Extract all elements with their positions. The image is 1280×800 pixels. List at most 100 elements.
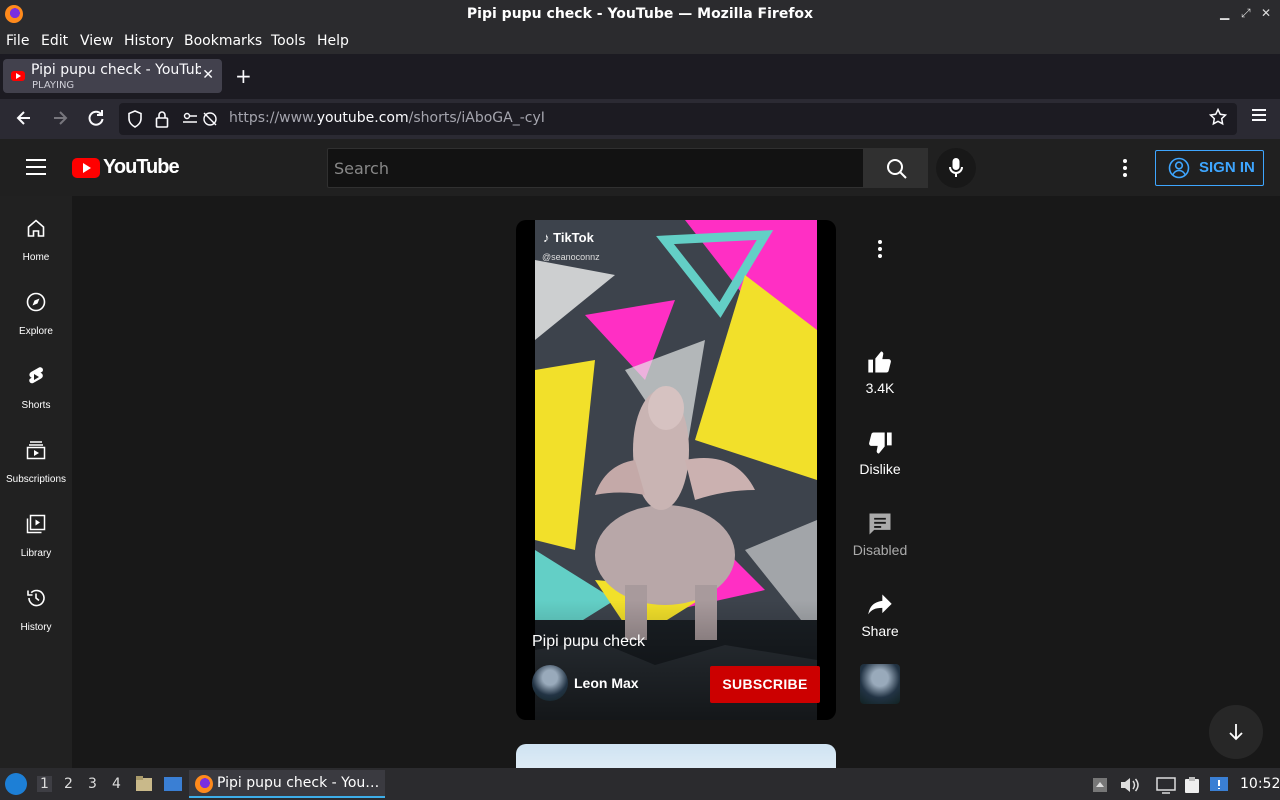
url-text[interactable]: https://www.youtube.com/shorts/iAboGA_-c… — [229, 110, 545, 126]
sign-in-button[interactable]: SIGN IN — [1155, 150, 1264, 186]
workspace-2[interactable]: 2 — [64, 776, 73, 792]
comments-button[interactable]: Disabled — [848, 510, 912, 558]
share-button[interactable]: Share — [848, 591, 912, 639]
desktop-taskbar: 1 2 3 4 Pipi pupu check - You… 10:52 — [0, 768, 1280, 800]
menu-tools[interactable]: Tools — [271, 33, 306, 49]
tiktok-watermark: ♪ TikTok — [543, 230, 594, 245]
notifications-icon[interactable] — [1092, 776, 1108, 794]
tab-title: Pipi pupu check - YouTube — [31, 62, 201, 78]
menu-help[interactable]: Help — [317, 33, 349, 49]
voice-search-button[interactable] — [936, 148, 976, 188]
app-menu-icon[interactable] — [1252, 109, 1266, 124]
new-tab-icon[interactable]: + — [235, 66, 252, 86]
microphone-icon — [949, 158, 963, 177]
navigation-bar: https://www.youtube.com/shorts/iAboGA_-c… — [0, 99, 1280, 139]
menu-history[interactable]: History — [124, 33, 174, 49]
compass-icon — [26, 292, 46, 312]
subscriptions-icon — [26, 441, 46, 460]
tab-close-icon[interactable]: ✕ — [202, 67, 214, 83]
like-button[interactable]: 3.4K — [848, 348, 912, 396]
guide-menu-icon[interactable] — [26, 159, 46, 180]
youtube-sidebar: Home Explore Shorts Subscriptions Librar… — [0, 196, 72, 768]
sidebar-item-history[interactable]: History — [0, 577, 72, 647]
account-icon — [1168, 157, 1190, 179]
search-button[interactable] — [864, 148, 928, 188]
clipboard-icon[interactable] — [1183, 776, 1201, 794]
menu-bookmarks[interactable]: Bookmarks — [184, 33, 262, 49]
search-input[interactable]: Search — [327, 148, 864, 188]
library-icon — [26, 514, 46, 534]
comment-icon — [869, 513, 891, 535]
network-icon[interactable] — [1156, 776, 1176, 794]
channel-name[interactable]: Leon Max — [574, 675, 639, 691]
taskbar-firefox-task[interactable]: Pipi pupu check - You… — [189, 770, 385, 798]
dislike-button[interactable]: Dislike — [848, 429, 912, 477]
sidebar-item-home[interactable]: Home — [0, 207, 72, 277]
window-title: Pipi pupu check - YouTube — Mozilla Fire… — [466, 6, 814, 22]
desktop-show-icon[interactable] — [163, 775, 183, 793]
comments-label: Disabled — [852, 542, 908, 558]
permissions-icon[interactable] — [182, 110, 220, 128]
updates-icon[interactable] — [1209, 776, 1229, 794]
sidebar-item-label: Subscriptions — [5, 474, 67, 485]
like-count: 3.4K — [865, 380, 895, 396]
sidebar-item-label: Explore — [19, 326, 53, 337]
app-launcher-icon[interactable] — [5, 773, 27, 795]
bookmark-star-icon[interactable] — [1209, 108, 1227, 126]
sidebar-item-shorts[interactable]: Shorts — [0, 355, 72, 425]
window-titlebar: Pipi pupu check - YouTube — Mozilla Fire… — [0, 0, 1280, 30]
forward-icon[interactable] — [50, 108, 70, 128]
menu-file[interactable]: File — [6, 33, 29, 49]
maximize-icon[interactable]: ⤢ — [1241, 6, 1251, 21]
youtube-logo-icon[interactable] — [72, 158, 100, 178]
sidebar-item-subscriptions[interactable]: Subscriptions — [0, 429, 72, 499]
home-icon — [27, 219, 45, 237]
tab-strip: Pipi pupu check - YouTube PLAYING ✕ + — [0, 54, 1280, 99]
lock-icon[interactable] — [155, 110, 169, 128]
workspace-4[interactable]: 4 — [112, 776, 121, 792]
youtube-wordmark[interactable]: YouTube — [103, 156, 180, 179]
search-placeholder: Search — [334, 159, 389, 178]
back-icon[interactable] — [14, 108, 34, 128]
firefox-icon — [195, 775, 213, 793]
menu-edit[interactable]: Edit — [41, 33, 68, 49]
next-short-preview[interactable] — [516, 744, 836, 768]
channel-avatar[interactable] — [532, 665, 568, 701]
reload-icon[interactable] — [86, 108, 106, 128]
tracking-shield-icon[interactable] — [127, 110, 143, 128]
thumbs-up-icon — [868, 351, 891, 373]
menu-bar: File Edit View History Bookmarks Tools H… — [0, 30, 1280, 54]
workspace-3[interactable]: 3 — [88, 776, 97, 792]
arrow-down-icon — [1229, 724, 1243, 741]
sound-thumbnail[interactable] — [860, 664, 900, 704]
youtube-page: YouTube Search SIGN IN Home Explore Shor… — [0, 139, 1280, 768]
tab-youtube[interactable]: Pipi pupu check - YouTube PLAYING ✕ — [3, 59, 222, 93]
thumbs-down-icon — [869, 432, 892, 454]
youtube-favicon-icon — [11, 71, 25, 81]
close-window-icon[interactable]: ✕ — [1261, 6, 1271, 20]
minimize-icon[interactable]: ▁ — [1220, 6, 1229, 20]
sidebar-item-explore[interactable]: Explore — [0, 281, 72, 351]
sidebar-item-library[interactable]: Library — [0, 503, 72, 573]
share-icon — [868, 594, 892, 615]
volume-icon[interactable] — [1119, 776, 1139, 794]
search-icon — [887, 159, 907, 179]
sidebar-item-label: History — [20, 622, 52, 633]
tab-status: PLAYING — [32, 80, 75, 91]
shorts-player[interactable]: ♪ TikTok @seanoconnz Pipi pupu check Leo… — [516, 220, 836, 720]
next-short-button[interactable] — [1209, 705, 1263, 759]
sidebar-item-label: Shorts — [21, 400, 51, 411]
menu-view[interactable]: View — [80, 33, 113, 49]
settings-more-icon[interactable] — [1123, 159, 1129, 180]
file-manager-icon[interactable] — [135, 775, 153, 793]
sidebar-item-label: Home — [22, 252, 50, 263]
short-title[interactable]: Pipi pupu check — [532, 633, 645, 651]
sign-in-label: SIGN IN — [1199, 159, 1255, 176]
url-bar[interactable]: https://www.youtube.com/shorts/iAboGA_-c… — [119, 103, 1237, 135]
subscribe-button[interactable]: SUBSCRIBE — [710, 666, 820, 703]
workspace-1[interactable]: 1 — [37, 776, 52, 792]
task-title: Pipi pupu check - You… — [217, 775, 380, 791]
clock[interactable]: 10:52 — [1240, 776, 1280, 792]
dislike-label: Dislike — [859, 461, 901, 477]
history-icon — [27, 589, 45, 607]
